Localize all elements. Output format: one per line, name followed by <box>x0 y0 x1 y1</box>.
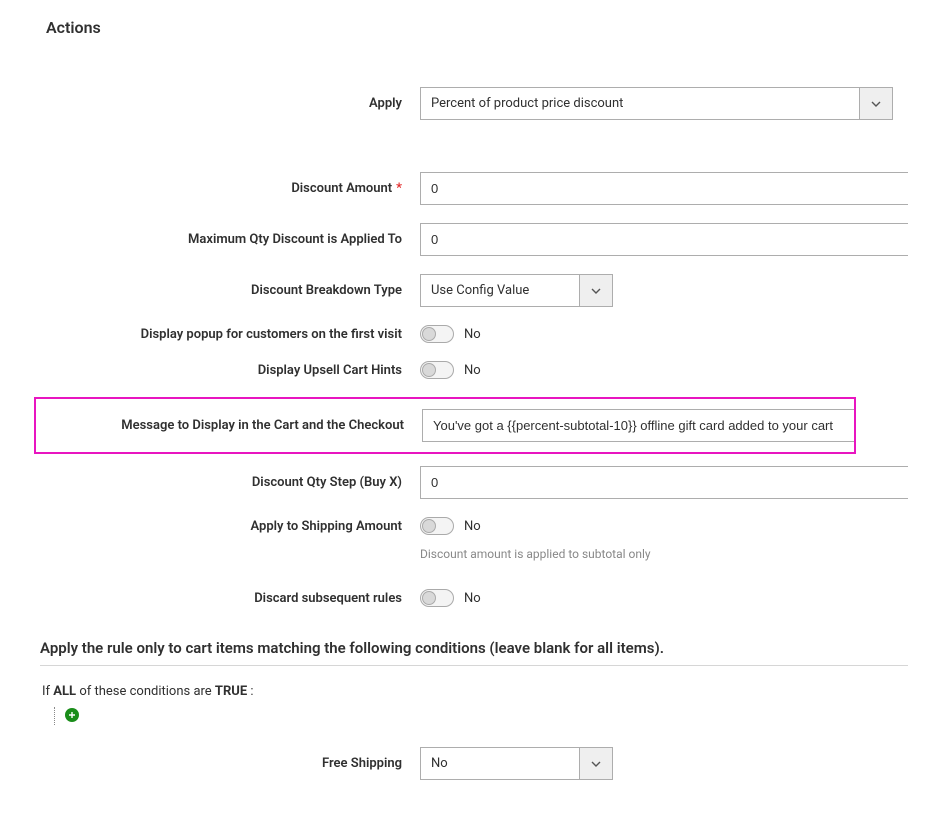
breakdown-select[interactable]: Use Config Value <box>420 274 613 307</box>
chevron-down-icon[interactable] <box>580 747 613 780</box>
discard-rules-toggle[interactable] <box>420 589 454 607</box>
label-discard-rules: Discard subsequent rules <box>40 591 420 606</box>
apply-shipping-hint: Discount amount is applied to subtotal o… <box>420 547 651 561</box>
conditions-expression[interactable]: If ALL of these conditions are TRUE : <box>42 684 908 699</box>
free-shipping-select-value: No <box>420 747 580 780</box>
label-cart-message: Message to Display in the Cart and the C… <box>36 418 422 433</box>
breakdown-select-value: Use Config Value <box>420 274 580 307</box>
row-apply-shipping-hint: Discount amount is applied to subtotal o… <box>40 541 908 561</box>
popup-first-value: No <box>464 327 481 342</box>
row-apply-shipping: Apply to Shipping Amount No <box>40 517 908 535</box>
row-qty-step: Discount Qty Step (Buy X) <box>40 466 908 499</box>
row-apply: Apply Percent of product price discount <box>40 87 908 120</box>
row-discard-rules: Discard subsequent rules No <box>40 589 908 607</box>
row-cart-message: Message to Display in the Cart and the C… <box>36 409 854 442</box>
apply-select-value: Percent of product price discount <box>420 87 860 120</box>
section-title: Actions <box>46 18 908 37</box>
row-upsell-hints: Display Upsell Cart Hints No <box>40 361 908 379</box>
add-condition-icon[interactable] <box>65 708 79 722</box>
label-free-shipping: Free Shipping <box>40 756 420 771</box>
discount-amount-input[interactable] <box>420 172 908 205</box>
label-discount-amount: Discount Amount* <box>40 181 420 196</box>
qty-step-input[interactable] <box>420 466 908 499</box>
apply-shipping-value: No <box>464 519 481 534</box>
chevron-down-icon[interactable] <box>860 87 893 120</box>
upsell-hints-toggle[interactable] <box>420 361 454 379</box>
conditions-tree <box>54 707 908 725</box>
highlighted-field: Message to Display in the Cart and the C… <box>34 397 856 454</box>
row-popup-first: Display popup for customers on the first… <box>40 325 908 343</box>
row-discount-amount: Discount Amount* <box>40 172 908 205</box>
conditions-heading: Apply the rule only to cart items matchi… <box>40 639 908 657</box>
row-free-shipping: Free Shipping No <box>40 747 908 780</box>
row-max-qty: Maximum Qty Discount is Applied To <box>40 223 908 256</box>
discard-rules-value: No <box>464 591 481 606</box>
chevron-down-icon[interactable] <box>580 274 613 307</box>
required-indicator: * <box>396 181 402 196</box>
apply-select[interactable]: Percent of product price discount <box>420 87 893 120</box>
label-apply: Apply <box>40 96 420 111</box>
label-upsell-hints: Display Upsell Cart Hints <box>40 363 420 378</box>
label-popup-first: Display popup for customers on the first… <box>40 327 420 342</box>
apply-shipping-toggle[interactable] <box>420 517 454 535</box>
row-breakdown: Discount Breakdown Type Use Config Value <box>40 274 908 307</box>
upsell-hints-value: No <box>464 363 481 378</box>
label-max-qty: Maximum Qty Discount is Applied To <box>40 232 420 247</box>
conditions-divider <box>40 665 908 666</box>
label-qty-step: Discount Qty Step (Buy X) <box>40 475 420 490</box>
max-qty-input[interactable] <box>420 223 908 256</box>
label-breakdown: Discount Breakdown Type <box>40 283 420 298</box>
label-apply-shipping: Apply to Shipping Amount <box>40 519 420 534</box>
popup-first-toggle[interactable] <box>420 325 454 343</box>
free-shipping-select[interactable]: No <box>420 747 613 780</box>
cart-message-input[interactable] <box>422 409 854 442</box>
